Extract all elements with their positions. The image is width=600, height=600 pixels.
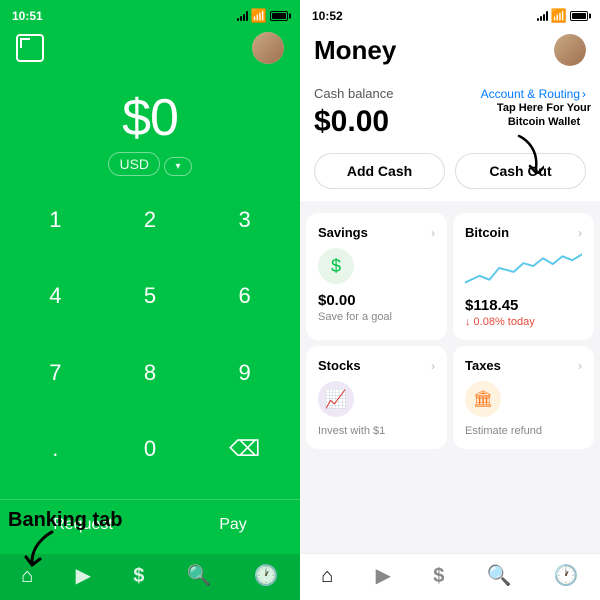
key-8[interactable]: 8: [103, 347, 198, 399]
bitcoin-chart: [465, 248, 582, 288]
cash-balance-label: Cash balance: [314, 86, 394, 101]
right-content: Cash balance Account & Routing › $0.00 T…: [300, 76, 600, 553]
right-home-icon: ⌂: [321, 566, 333, 586]
currency-chevron: ▾: [164, 157, 191, 176]
savings-card[interactable]: Savings › $ $0.00 Save for a goal: [306, 213, 447, 340]
page-title: Money: [314, 35, 396, 66]
account-routing-text: Account & Routing: [481, 87, 580, 101]
left-nav-cash[interactable]: $: [125, 562, 152, 590]
left-nav-history[interactable]: 🕐: [246, 562, 287, 590]
key-6[interactable]: 6: [197, 270, 292, 322]
key-7[interactable]: 7: [8, 347, 103, 399]
cards-grid: Savings › $ $0.00 Save for a goal Bitcoi…: [300, 207, 600, 455]
right-nav-activity[interactable]: ▶: [368, 562, 399, 590]
clock-icon: 🕐: [254, 566, 279, 586]
savings-amount: $0.00: [318, 292, 435, 309]
savings-subtitle: Save for a goal: [318, 311, 435, 323]
wifi-icon: 📶: [251, 8, 267, 24]
right-nav-search[interactable]: 🔍: [479, 562, 520, 590]
arrow-icon: [22, 527, 62, 567]
bitcoin-card-header: Bitcoin ›: [465, 225, 582, 240]
add-cash-button[interactable]: Add Cash: [314, 153, 445, 189]
key-9[interactable]: 9: [197, 347, 292, 399]
amount-value: $0: [0, 88, 300, 148]
account-routing-chevron: ›: [582, 87, 586, 101]
stocks-icon: 📈: [318, 381, 354, 417]
right-status-bar: 10:52 📶: [300, 0, 600, 28]
key-0[interactable]: 0: [103, 423, 198, 475]
account-routing-link[interactable]: Account & Routing ›: [481, 87, 586, 101]
left-top-icons: [0, 28, 300, 64]
cash-balance-section: Cash balance Account & Routing › $0.00 T…: [300, 76, 600, 201]
scan-icon[interactable]: [16, 34, 44, 62]
left-nav-search[interactable]: 🔍: [179, 562, 220, 590]
tap-arrow-icon: [494, 134, 544, 174]
right-play-icon: ▶: [376, 566, 391, 586]
dollar-icon: $: [133, 566, 144, 586]
right-status-icons: 📶: [537, 8, 588, 24]
amount-display: $0: [0, 88, 300, 148]
left-panel: 10:51 📶 $0 USD ▾ 1 2 3: [0, 0, 300, 600]
right-nav-history[interactable]: 🕐: [546, 562, 587, 590]
pay-button[interactable]: Pay: [195, 508, 271, 542]
stocks-card-header: Stocks ›: [318, 358, 435, 373]
bitcoin-chevron: ›: [578, 226, 582, 240]
taxes-card[interactable]: Taxes › 🏛 Estimate refund: [453, 346, 594, 449]
cash-amount: $0.00: [314, 105, 389, 139]
signal-icon: [237, 11, 248, 21]
key-2[interactable]: 2: [103, 194, 198, 246]
right-dollar-icon: $: [433, 566, 444, 586]
bitcoin-amount: $118.45: [465, 297, 582, 314]
right-avatar[interactable]: [554, 34, 586, 66]
stocks-card[interactable]: Stocks › 📈 Invest with $1: [306, 346, 447, 449]
bitcoin-title: Bitcoin: [465, 225, 509, 240]
right-signal-icon: [537, 11, 548, 21]
right-search-icon: 🔍: [487, 566, 512, 586]
numpad: 1 2 3 4 5 6 7 8 9 . 0 ⌫: [0, 194, 300, 499]
stocks-chevron: ›: [431, 359, 435, 373]
taxes-subtitle: Estimate refund: [465, 425, 582, 437]
stocks-subtitle: Invest with $1: [318, 425, 435, 437]
taxes-icon: 🏛: [465, 381, 501, 417]
key-3[interactable]: 3: [197, 194, 292, 246]
currency-value[interactable]: USD: [108, 152, 160, 176]
avatar[interactable]: [252, 32, 284, 64]
right-panel: 10:52 📶 Money Cash balance: [300, 0, 600, 600]
bitcoin-card[interactable]: Bitcoin › $118.45 ↓ 0.08% today: [453, 213, 594, 340]
tap-annotation-container: Tap Here For Your Bitcoin Wallet: [494, 101, 594, 179]
right-clock-icon: 🕐: [554, 566, 579, 586]
taxes-title: Taxes: [465, 358, 501, 373]
taxes-card-header: Taxes ›: [465, 358, 582, 373]
right-wifi-icon: 📶: [551, 8, 567, 24]
cash-balance-header: Cash balance Account & Routing ›: [314, 86, 586, 101]
key-backspace[interactable]: ⌫: [197, 423, 292, 475]
left-nav-activity[interactable]: ▶: [68, 562, 99, 590]
key-5[interactable]: 5: [103, 270, 198, 322]
right-nav: ⌂ ▶ $ 🔍 🕐: [300, 553, 600, 600]
savings-title: Savings: [318, 225, 368, 240]
bitcoin-change: ↓ 0.08% today: [465, 316, 582, 328]
savings-icon: $: [318, 248, 354, 284]
stocks-title: Stocks: [318, 358, 361, 373]
key-4[interactable]: 4: [8, 270, 103, 322]
taxes-chevron: ›: [578, 359, 582, 373]
search-icon: 🔍: [187, 566, 212, 586]
savings-card-header: Savings ›: [318, 225, 435, 240]
battery-icon: [270, 11, 288, 21]
right-header: Money: [300, 28, 600, 76]
savings-chevron: ›: [431, 226, 435, 240]
right-battery-icon: [570, 11, 588, 21]
play-icon: ▶: [76, 566, 91, 586]
right-nav-cash[interactable]: $: [425, 562, 452, 590]
right-nav-home[interactable]: ⌂: [313, 562, 341, 590]
left-status-bar: 10:51 📶: [0, 0, 300, 28]
left-time: 10:51: [12, 9, 43, 23]
key-dot[interactable]: .: [8, 423, 103, 475]
currency-selector[interactable]: USD ▾: [0, 156, 300, 174]
left-status-icons: 📶: [237, 8, 288, 24]
banking-arrow: [22, 527, 62, 572]
tap-annotation-text: Tap Here For Your Bitcoin Wallet: [494, 101, 594, 130]
key-1[interactable]: 1: [8, 194, 103, 246]
right-time: 10:52: [312, 9, 343, 23]
